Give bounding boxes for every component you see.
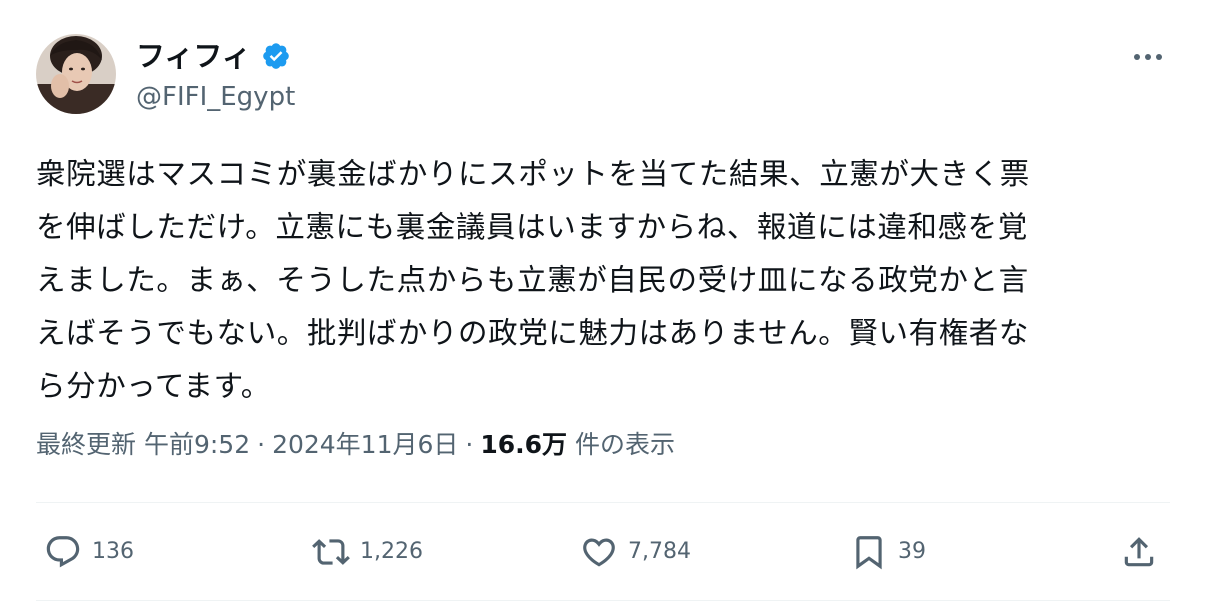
edited-label[interactable]: 最終更新 bbox=[36, 430, 136, 459]
views-count[interactable]: 16.6万 bbox=[480, 430, 567, 459]
tweet-text-line: ら分かってます。 bbox=[36, 369, 271, 403]
reply-icon bbox=[46, 536, 80, 568]
meta-separator: · bbox=[257, 430, 266, 459]
repost-button[interactable]: 1,226 bbox=[312, 526, 423, 578]
divider bbox=[36, 502, 1170, 503]
more-options-button[interactable] bbox=[1128, 42, 1168, 72]
like-count: 7,784 bbox=[628, 539, 691, 564]
share-icon bbox=[1124, 537, 1154, 567]
verified-badge-icon[interactable] bbox=[261, 41, 291, 71]
bookmark-icon bbox=[856, 536, 882, 570]
like-icon bbox=[583, 538, 615, 567]
action-bar: 136 1,226 7,784 39 bbox=[36, 526, 1170, 578]
avatar[interactable] bbox=[36, 34, 116, 114]
tweet-time[interactable]: 午前9:52 bbox=[144, 430, 250, 459]
author-name-row: フィフィ bbox=[136, 38, 291, 74]
like-button[interactable]: 7,784 bbox=[580, 526, 691, 578]
views-label[interactable]: 件の表示 bbox=[575, 430, 675, 459]
display-name[interactable]: フィフィ bbox=[136, 38, 251, 74]
meta-separator: · bbox=[465, 430, 474, 459]
tweet-text-line: 衆院選はマスコミが裏金ばかりにスポットを当てた結果、立憲が大きく票 bbox=[36, 157, 1030, 191]
tweet-text: 衆院選はマスコミが裏金ばかりにスポットを当てた結果、立憲が大きく票 を伸ばしただ… bbox=[36, 148, 1176, 413]
share-button[interactable] bbox=[1120, 526, 1158, 578]
more-icon bbox=[1134, 54, 1162, 60]
reply-count: 136 bbox=[92, 539, 134, 564]
tweet-card: フィフィ @FIFI_Egypt 衆院選はマスコミが裏金ばかりにスポットを当てた… bbox=[0, 0, 1206, 604]
tweet-text-line: を伸ばしただけ。立憲にも裏金議員はいますからね、報道には違和感を覚 bbox=[36, 210, 1028, 244]
tweet-text-line: えばそうでもない。批判ばかりの政党に魅力はありません。賢い有権者な bbox=[36, 316, 1030, 350]
reply-button[interactable]: 136 bbox=[44, 526, 134, 578]
repost-icon bbox=[312, 539, 350, 565]
tweet-meta: 最終更新 午前9:52 · 2024年11月6日 · 16.6万 件の表示 bbox=[36, 428, 675, 462]
author-handle[interactable]: @FIFI_Egypt bbox=[136, 80, 295, 114]
divider bbox=[36, 600, 1170, 601]
tweet-text-line: えました。まぁ、そうした点からも立憲が自民の受け皿になる政党かと言 bbox=[36, 263, 1029, 297]
repost-count: 1,226 bbox=[360, 539, 423, 564]
bookmark-button[interactable]: 39 bbox=[850, 526, 926, 578]
tweet-date[interactable]: 2024年11月6日 bbox=[272, 430, 458, 459]
bookmark-count: 39 bbox=[898, 539, 926, 564]
